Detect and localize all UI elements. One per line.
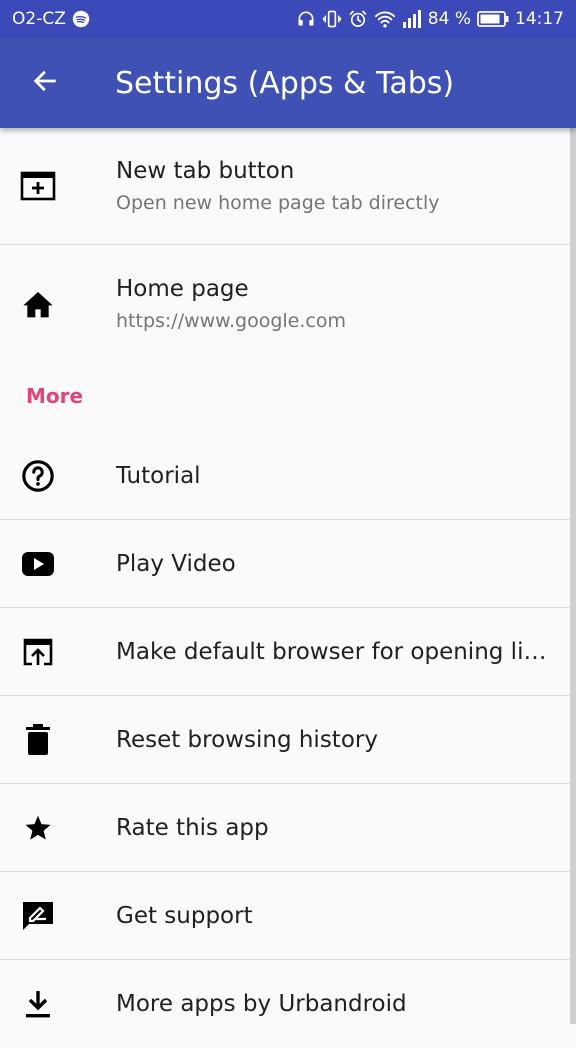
setting-rate-app[interactable]: Rate this app [0,784,576,872]
setting-title: Make default browser for opening lin… [116,638,550,665]
headphones-icon [296,9,316,29]
setting-title: Home page [116,275,249,302]
setting-title: Get support [116,902,253,929]
settings-list: New tab button Open new home page tab di… [0,128,576,1048]
setting-tutorial[interactable]: Tutorial [0,432,576,520]
play-video-icon [18,544,58,584]
download-icon [18,984,58,1024]
battery-icon [477,11,509,27]
signal-icon [402,10,422,28]
setting-get-support[interactable]: Get support [0,872,576,960]
page-title: Settings (Apps & Tabs) [115,65,455,101]
new-tab-icon [18,166,58,206]
carrier-label: O2-CZ [12,9,66,29]
setting-title: Tutorial [116,462,201,489]
alarm-icon [348,9,368,29]
setting-more-apps[interactable]: More apps by Urbandroid [0,960,576,1048]
battery-percent: 84 % [427,9,471,29]
setting-title: Reset browsing history [116,726,378,753]
arrow-back-icon [31,67,59,99]
section-label: More [26,384,84,408]
star-icon [18,808,58,848]
setting-title: Play Video [116,550,236,577]
setting-subtitle: https://www.google.com [116,309,346,332]
clock: 14:17 [515,9,564,29]
trash-icon [18,720,58,760]
wifi-icon [374,9,396,29]
section-header-more: More [0,362,576,432]
home-icon [18,284,58,324]
setting-reset-history[interactable]: Reset browsing history [0,696,576,784]
setting-title: Rate this app [116,814,269,841]
spotify-icon [72,10,90,28]
help-icon [18,456,58,496]
setting-default-browser[interactable]: Make default browser for opening lin… [0,608,576,696]
setting-title: More apps by Urbandroid [116,991,407,1017]
back-button[interactable] [0,38,90,128]
vibrate-icon [322,9,342,29]
app-bar: Settings (Apps & Tabs) [0,38,576,128]
open-in-browser-icon [18,632,58,672]
scrollbar[interactable] [570,128,576,1024]
setting-home-page[interactable]: Home page https://www.google.com [0,245,576,362]
setting-subtitle: Open new home page tab directly [116,192,440,214]
status-bar: O2-CZ 84 % 14:17 [0,0,576,38]
setting-new-tab-button[interactable]: New tab button Open new home page tab di… [0,128,576,245]
feedback-icon [18,896,58,936]
setting-title: New tab button [116,158,295,184]
setting-play-video[interactable]: Play Video [0,520,576,608]
